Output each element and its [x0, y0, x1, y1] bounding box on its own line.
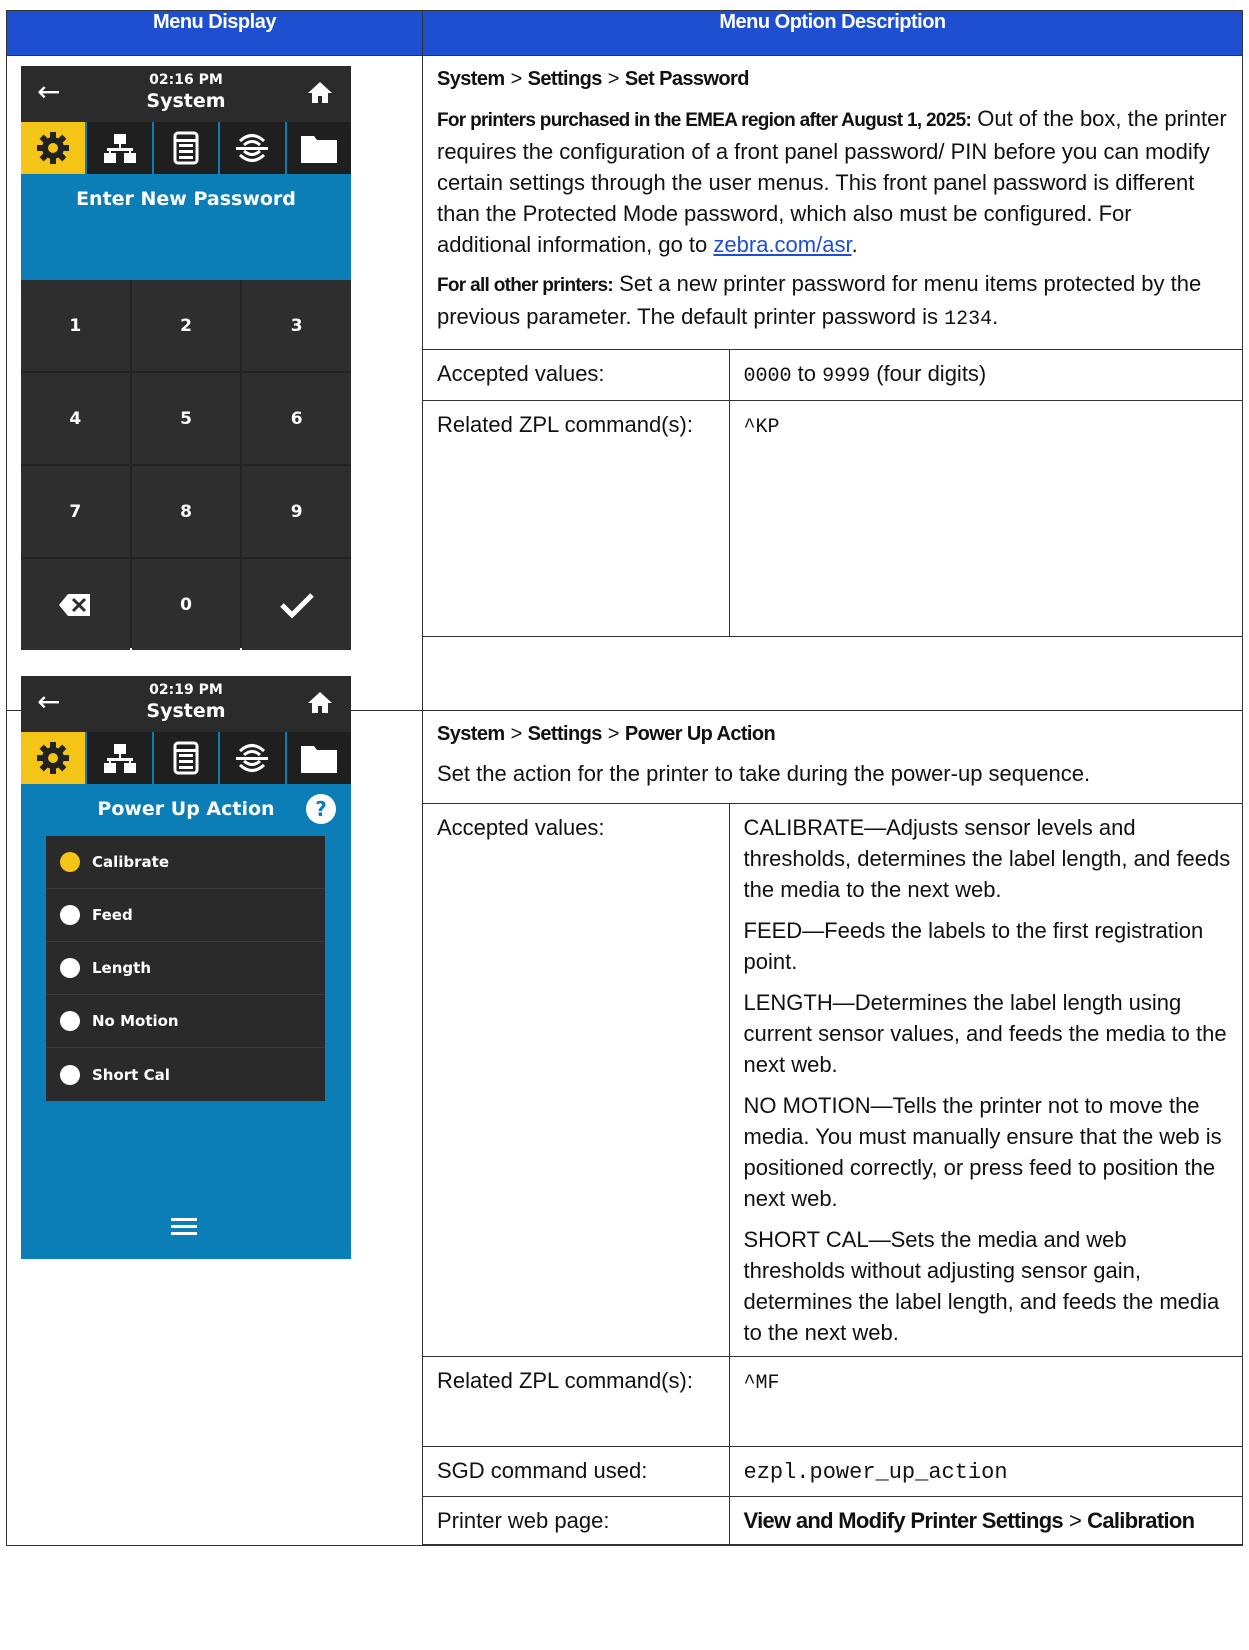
key-0[interactable]: 0: [131, 559, 241, 650]
printer-web-page-path: View and Modify Printer Settings > Calibra…: [729, 1496, 1242, 1545]
printer-screen-set-password: ← 02:16 PM System Enter New Password 1 2…: [21, 66, 352, 650]
connection-tab[interactable]: [220, 122, 287, 174]
help-icon[interactable]: ?: [306, 794, 336, 824]
connection-tab[interactable]: [220, 732, 287, 784]
numeric-keypad: 1 2 3 4 5 6 7 8 9 0: [21, 280, 351, 650]
radio-icon: [60, 905, 80, 925]
settings-tab[interactable]: [21, 732, 88, 784]
home-icon[interactable]: [307, 80, 333, 108]
option-short-cal[interactable]: Short Cal: [46, 1048, 325, 1101]
folder-icon: [300, 136, 337, 163]
folder-icon: [300, 746, 337, 773]
power-up-description: Set the action for the printer to take d…: [437, 761, 1091, 786]
menu-tabs: [21, 732, 352, 784]
checkmark-icon: [279, 592, 314, 619]
key-7[interactable]: 7: [21, 466, 130, 557]
storage-tab[interactable]: [286, 122, 352, 174]
power-up-options: Calibrate Feed Length No Motion Short Ca…: [46, 836, 325, 1101]
menu-path: System > Settings > Set Password: [437, 68, 749, 90]
accepted-values: CALIBRATE—Adjusts sensor levels and thre…: [729, 803, 1242, 1357]
key-2[interactable]: 2: [131, 280, 241, 371]
clock: 02:16 PM: [149, 72, 223, 88]
menu-path: System > Settings > Power Up Action: [437, 723, 776, 745]
printer-icon: [173, 131, 199, 165]
radio-icon: [60, 1064, 80, 1085]
gear-icon: [37, 742, 70, 774]
option-length[interactable]: Length: [46, 942, 325, 995]
hamburger-menu-icon[interactable]: [171, 1218, 197, 1239]
description-cell-2: System > Settings > Power Up Action Set the …: [422, 710, 1243, 1546]
menu-tabs: [21, 122, 352, 174]
zpl-command-value: ^KP: [729, 400, 1242, 637]
value-length: LENGTH—Determines the label length using…: [743, 990, 1227, 1077]
home-icon[interactable]: [307, 690, 333, 718]
top-bar: ← 02:16 PM System: [21, 66, 351, 122]
key-3[interactable]: 3: [242, 280, 351, 371]
option-calibrate[interactable]: Calibrate: [46, 836, 325, 889]
other-printers-paragraph: For all other printers: Set a new printe…: [437, 271, 1202, 331]
option-feed[interactable]: Feed: [46, 889, 325, 942]
printer-screen-power-up-action: ← 02:19 PM System Power Up Action ? Cali…: [21, 676, 352, 1259]
network-tab[interactable]: [87, 122, 154, 174]
key-6[interactable]: 6: [242, 373, 351, 464]
clock: 02:19 PM: [149, 682, 223, 698]
value-no-motion: NO MOTION—Tells the printer not to move …: [743, 1093, 1222, 1211]
rfid-icon: [236, 744, 269, 772]
set-password-details: Accepted values: 0000 to 9999 (four digi…: [423, 349, 1242, 637]
network-icon: [103, 134, 136, 163]
rfid-icon: [236, 134, 269, 162]
top-bar: ← 02:19 PM System: [21, 676, 351, 732]
zpl-command-label: Related ZPL command(s):: [423, 400, 730, 637]
print-tab[interactable]: [153, 122, 221, 174]
backspace-key[interactable]: [21, 559, 130, 650]
key-9[interactable]: 9: [242, 466, 351, 557]
radio-icon: [60, 958, 80, 978]
emea-paragraph: For printers purchased in the EMEA regio…: [437, 106, 1227, 257]
value-feed: FEED—Feeds the labels to the first regis…: [743, 918, 1204, 974]
radio-icon: [60, 1011, 80, 1031]
key-8[interactable]: 8: [131, 466, 241, 557]
printer-icon: [173, 741, 199, 775]
accepted-values: 0000 to 9999 (four digits): [729, 349, 1242, 401]
key-4[interactable]: 4: [21, 373, 130, 464]
option-no-motion[interactable]: No Motion: [46, 995, 325, 1048]
radio-selected-icon: [60, 852, 80, 872]
screen-title: System: [146, 90, 226, 112]
screen-title: System: [146, 700, 226, 722]
gear-icon: [37, 132, 70, 164]
zebra-asr-link[interactable]: zebra.com/asr: [713, 232, 851, 257]
print-tab[interactable]: [153, 732, 221, 784]
network-tab[interactable]: [87, 732, 154, 784]
description-cell-1: System > Settings > Set Password For printer…: [422, 55, 1243, 711]
value-short-cal: SHORT CAL—Sets the media and web thresho…: [743, 1227, 1220, 1345]
backspace-icon: [59, 593, 91, 616]
storage-tab[interactable]: [286, 732, 352, 784]
dialog-title: Power Up Action ?: [21, 784, 351, 836]
accepted-values-label: Accepted values:: [423, 803, 730, 1357]
accepted-values-label: Accepted values:: [423, 349, 730, 401]
settings-tab[interactable]: [21, 122, 88, 174]
dialog-title: Enter New Password: [76, 188, 296, 210]
key-1[interactable]: 1: [21, 280, 130, 371]
header-menu-display: Menu Display: [6, 10, 423, 56]
key-5[interactable]: 5: [131, 373, 241, 464]
confirm-key[interactable]: [242, 559, 351, 650]
sgd-command-value: ezpl.power_up_action: [729, 1446, 1242, 1497]
power-up-details: Accepted values: CALIBRATE—Adjusts senso…: [423, 803, 1242, 1545]
header-menu-option-description: Menu Option Description: [422, 10, 1243, 56]
zpl-command-label: Related ZPL command(s):: [423, 1356, 730, 1447]
zpl-command-value: ^MF: [729, 1356, 1242, 1447]
printer-web-page-label: Printer web page:: [423, 1496, 730, 1545]
network-icon: [103, 744, 136, 773]
sgd-command-label: SGD command used:: [423, 1446, 730, 1497]
value-calibrate: CALIBRATE—Adjusts sensor levels and thre…: [743, 815, 1231, 902]
